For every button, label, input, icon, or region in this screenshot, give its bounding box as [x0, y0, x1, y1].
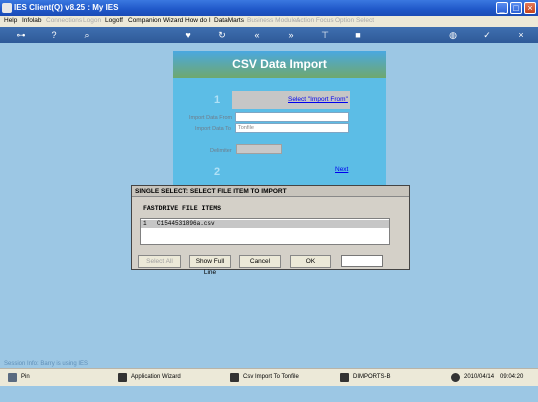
menu-logon[interactable]: Logon [83, 17, 101, 24]
session-info: Session Info: Barry is using IES [4, 361, 89, 367]
menu-option-select[interactable]: Option Select [335, 17, 374, 24]
pin-task-icon [8, 373, 17, 382]
csv-import-title: CSV Data Import [173, 51, 386, 78]
menu-logoff[interactable]: Logoff [105, 17, 123, 24]
next-link[interactable]: Next [335, 166, 348, 173]
import-from-field[interactable] [235, 112, 349, 122]
cancel-button[interactable]: Cancel [239, 255, 281, 268]
delimiter-field[interactable] [236, 144, 282, 154]
pin-icon[interactable]: ⊤ [320, 30, 330, 40]
menu-infolab[interactable]: Infolab [22, 17, 42, 24]
menu-help[interactable]: Help [4, 17, 17, 24]
import-to-field[interactable]: Tonfile [235, 123, 349, 133]
select-import-box: Select "Import From" [232, 91, 350, 109]
maximize-button[interactable]: □ [510, 2, 522, 14]
ok-button[interactable]: OK [290, 255, 331, 268]
task-application-wizard[interactable]: Application Wizard [131, 374, 181, 380]
menu-bar: Help Infolab Connections Logon Logoff Co… [0, 16, 538, 27]
menu-datamarts[interactable]: DataMarts [214, 17, 244, 24]
show-full-line-button[interactable]: Show Full Line [189, 255, 231, 276]
menu-wizard[interactable]: Wizard [163, 17, 183, 24]
heart-icon[interactable]: ♥ [183, 30, 193, 40]
status-time: 09:04:20 [500, 374, 524, 380]
dialog-title: SINGLE SELECT: SELECT FILE ITEM TO IMPOR… [132, 186, 409, 197]
task-pin[interactable]: Pin [21, 374, 30, 380]
task-csv-import[interactable]: Csv Import To Tonfile [243, 374, 299, 380]
clock-icon [451, 373, 460, 382]
refresh-icon[interactable]: ↻ [217, 30, 227, 40]
row-index: 1 [143, 220, 147, 227]
dialog-subtitle: FASTDRIVE FILE ITEMS [143, 205, 222, 212]
window-title: IES Client(Q) v8.25 : My IES [14, 3, 119, 12]
stop-icon[interactable]: ■ [353, 30, 363, 40]
select-import-from-link[interactable]: Select "Import From" [288, 96, 348, 103]
title-bar: IES Client(Q) v8.25 : My IES _ □ × [0, 0, 538, 16]
toolbar: ⊶ ? ⌕ ♥ ↻ « » ⊤ ■ ◍ ✓ × [0, 27, 538, 43]
status-date: 2010/04/14 [464, 374, 495, 380]
csv-import-panel: 1 Select "Import From" Import Data From … [173, 78, 386, 196]
wizard-task-icon [118, 373, 127, 382]
minimize-button[interactable]: _ [496, 2, 508, 14]
checkmark-icon[interactable]: ✓ [482, 30, 492, 40]
row-file-name: C1544531896a.csv [157, 220, 215, 227]
help-icon[interactable]: ? [49, 30, 59, 40]
search-icon[interactable]: ⌕ [82, 30, 92, 40]
step-1-number: 1 [214, 94, 221, 106]
key-icon[interactable]: ⊶ [12, 30, 30, 40]
globe-icon[interactable]: ◍ [448, 30, 458, 40]
select-all-button[interactable]: Select All [138, 255, 181, 268]
single-select-dialog: SINGLE SELECT: SELECT FILE ITEM TO IMPOR… [131, 185, 410, 276]
list-item[interactable]: 1 C1544531896a.csv [141, 220, 389, 228]
menu-how-do-i[interactable]: How do I [185, 17, 211, 24]
close-button[interactable]: × [524, 2, 536, 14]
menu-connections[interactable]: Connections [46, 17, 82, 24]
dimports-task-icon [340, 373, 349, 382]
import-from-label: Import Data From [189, 115, 233, 121]
step-2-number: 2 [214, 166, 221, 178]
rewind-icon[interactable]: « [252, 30, 262, 40]
forward-icon[interactable]: » [286, 30, 296, 40]
menu-action-focus[interactable]: Action Focus [296, 17, 334, 24]
close-x-icon[interactable]: × [516, 30, 526, 40]
dialog-input-field[interactable] [341, 255, 383, 267]
csv-task-icon [230, 373, 239, 382]
taskbar: Pin Application Wizard Csv Import To Ton… [0, 368, 538, 387]
delimiter-label: Delimiter [210, 148, 232, 154]
task-dimports[interactable]: DIMPORTS-B [353, 374, 391, 380]
bottom-strip [0, 386, 538, 402]
import-to-label: Import Data To [195, 126, 231, 132]
menu-business-modules[interactable]: Business Modules [247, 17, 300, 24]
menu-companion[interactable]: Companion [128, 17, 161, 24]
app-icon [2, 3, 12, 13]
file-items-list[interactable]: 1 C1544531896a.csv [140, 218, 390, 245]
